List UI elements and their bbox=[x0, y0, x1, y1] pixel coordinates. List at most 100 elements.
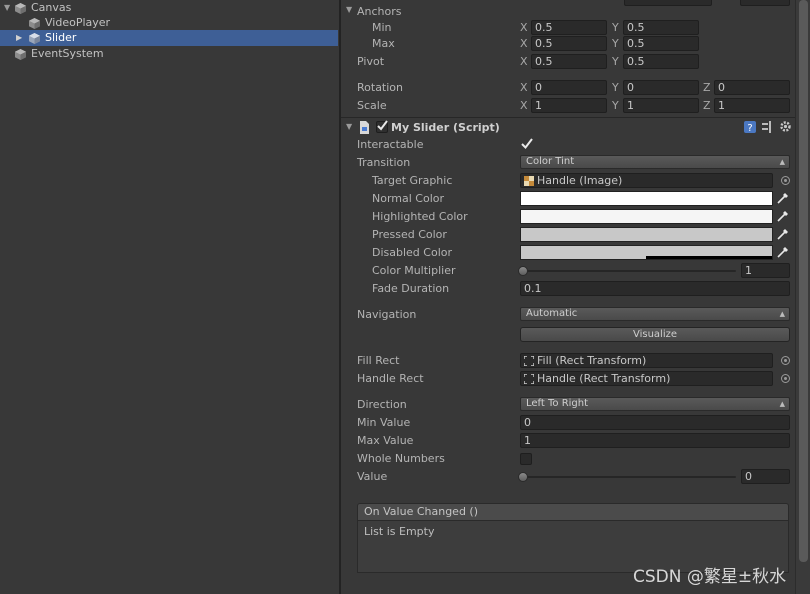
scale-y-label: Y bbox=[612, 99, 619, 112]
navigation-dropdown[interactable]: Automatic ▲ bbox=[520, 307, 790, 321]
whole-numbers-label: Whole Numbers bbox=[357, 452, 445, 465]
color-multiplier-slider-knob[interactable] bbox=[518, 266, 528, 276]
max-value-field[interactable]: 1 bbox=[520, 433, 790, 448]
navigation-label: Navigation bbox=[357, 308, 417, 321]
handle-rect-field[interactable]: Handle (Rect Transform) bbox=[520, 371, 773, 386]
rotation-y-field[interactable]: 0 bbox=[623, 80, 699, 95]
target-graphic-field[interactable]: Handle (Image) bbox=[520, 173, 773, 188]
scale-x-label: X bbox=[520, 99, 528, 112]
on-value-changed-header: On Value Changed () bbox=[357, 503, 789, 521]
checkmark-icon bbox=[521, 138, 533, 150]
fill-rect-field[interactable]: Fill (Rect Transform) bbox=[520, 353, 773, 368]
rotation-x-field[interactable]: 0 bbox=[531, 80, 607, 95]
hierarchy-item-slider[interactable]: ▶ Slider bbox=[0, 30, 338, 46]
interactable-checkbox[interactable] bbox=[520, 138, 533, 151]
eyedropper-icon[interactable] bbox=[776, 191, 790, 205]
max-value-label: Max Value bbox=[357, 434, 414, 447]
gameobject-cube-icon bbox=[15, 49, 26, 60]
target-graphic-value: Handle (Image) bbox=[537, 174, 623, 187]
gear-icon[interactable] bbox=[779, 120, 792, 133]
value-field[interactable]: 0 bbox=[741, 469, 790, 484]
top-field-partial[interactable] bbox=[624, 0, 712, 6]
object-picker-icon[interactable] bbox=[781, 374, 790, 383]
hierarchy-panel: ▼ Canvas VideoPlayer ▶ Slider EventSyste… bbox=[0, 0, 339, 594]
top-field-partial[interactable] bbox=[740, 0, 790, 6]
visualize-button[interactable]: Visualize bbox=[520, 327, 790, 342]
expand-arrow-icon[interactable]: ▼ bbox=[4, 0, 10, 16]
min-label: Min bbox=[372, 21, 392, 34]
hierarchy-item-label: Slider bbox=[45, 31, 77, 44]
rect-transform-icon bbox=[524, 356, 534, 366]
object-picker-icon[interactable] bbox=[781, 176, 790, 185]
preset-icon[interactable] bbox=[761, 121, 773, 133]
scale-z-label: Z bbox=[703, 99, 711, 112]
hierarchy-item-label: Canvas bbox=[31, 1, 72, 14]
color-multiplier-slider-track[interactable] bbox=[522, 270, 736, 272]
min-value-label: Min Value bbox=[357, 416, 411, 429]
min-y-label: Y bbox=[612, 21, 619, 34]
dropdown-arrow-icon: ▲ bbox=[779, 158, 785, 166]
collapse-arrow-icon[interactable]: ▶ bbox=[16, 30, 22, 46]
gameobject-cube-icon bbox=[29, 18, 40, 29]
highlighted-color-field[interactable] bbox=[520, 209, 773, 224]
transition-label: Transition bbox=[357, 156, 411, 169]
anchors-foldout-icon[interactable]: ▼ bbox=[346, 5, 352, 14]
anchors-label: Anchors bbox=[357, 5, 402, 18]
pivot-x-field[interactable]: 0.5 bbox=[531, 54, 607, 69]
inspector-panel: ▼ Anchors Min X 0.5 Y 0.5 Max X 0.5 Y 0.… bbox=[341, 0, 810, 594]
color-multiplier-field[interactable]: 1 bbox=[741, 263, 790, 278]
disabled-color-field[interactable] bbox=[520, 245, 773, 260]
eyedropper-icon[interactable] bbox=[776, 209, 790, 223]
eyedropper-icon[interactable] bbox=[776, 227, 790, 241]
anchor-min-x-field[interactable]: 0.5 bbox=[531, 20, 607, 35]
hierarchy-item-label: VideoPlayer bbox=[45, 16, 111, 29]
anchor-max-x-field[interactable]: 0.5 bbox=[531, 36, 607, 51]
eyedropper-icon[interactable] bbox=[776, 245, 790, 259]
anchor-min-y-field[interactable]: 0.5 bbox=[623, 20, 699, 35]
interactable-label: Interactable bbox=[357, 138, 424, 151]
max-y-label: Y bbox=[612, 37, 619, 50]
hierarchy-item-videoplayer[interactable]: VideoPlayer bbox=[0, 15, 338, 31]
dropdown-arrow-icon: ▲ bbox=[779, 310, 785, 318]
alpha-indicator bbox=[646, 256, 772, 259]
scale-label: Scale bbox=[357, 99, 387, 112]
min-value-field[interactable]: 0 bbox=[520, 415, 790, 430]
pivot-y-label: Y bbox=[612, 55, 619, 68]
component-foldout-icon[interactable]: ▼ bbox=[346, 122, 352, 131]
checkmark-icon bbox=[377, 120, 388, 131]
fade-duration-field[interactable]: 0.1 bbox=[520, 281, 790, 296]
component-enabled-checkbox[interactable] bbox=[376, 120, 388, 133]
whole-numbers-checkbox[interactable] bbox=[520, 453, 532, 465]
pivot-y-field[interactable]: 0.5 bbox=[623, 54, 699, 69]
direction-dropdown[interactable]: Left To Right ▲ bbox=[520, 397, 790, 411]
direction-value: Left To Right bbox=[526, 398, 589, 409]
dropdown-arrow-icon: ▲ bbox=[779, 400, 785, 408]
navigation-value: Automatic bbox=[526, 308, 578, 319]
hierarchy-item-canvas[interactable]: ▼ Canvas bbox=[0, 0, 338, 16]
help-icon[interactable]: ? bbox=[744, 121, 756, 133]
anchor-max-y-field[interactable]: 0.5 bbox=[623, 36, 699, 51]
hierarchy-item-eventsystem[interactable]: EventSystem bbox=[0, 46, 338, 62]
component-separator bbox=[341, 117, 810, 118]
normal-color-label: Normal Color bbox=[372, 192, 445, 205]
pressed-color-field[interactable] bbox=[520, 227, 773, 242]
scrollbar-thumb[interactable] bbox=[799, 0, 808, 562]
max-label: Max bbox=[372, 37, 395, 50]
inspector-scrollbar[interactable] bbox=[795, 0, 810, 594]
component-title: My Slider (Script) bbox=[391, 121, 500, 134]
scale-x-field[interactable]: 1 bbox=[531, 98, 607, 113]
object-picker-icon[interactable] bbox=[781, 356, 790, 365]
handle-rect-value: Handle (Rect Transform) bbox=[537, 372, 671, 385]
scale-z-field[interactable]: 1 bbox=[714, 98, 790, 113]
transition-dropdown[interactable]: Color Tint ▲ bbox=[520, 155, 790, 169]
value-slider-knob[interactable] bbox=[518, 472, 528, 482]
color-multiplier-label: Color Multiplier bbox=[372, 264, 456, 277]
rotation-x-label: X bbox=[520, 81, 528, 94]
rotation-z-field[interactable]: 0 bbox=[714, 80, 790, 95]
normal-color-field[interactable] bbox=[520, 191, 773, 206]
pressed-color-label: Pressed Color bbox=[372, 228, 447, 241]
scale-y-field[interactable]: 1 bbox=[623, 98, 699, 113]
rect-transform-icon bbox=[524, 374, 534, 384]
value-slider-track[interactable] bbox=[522, 476, 736, 478]
list-empty-label: List is Empty bbox=[364, 525, 435, 538]
